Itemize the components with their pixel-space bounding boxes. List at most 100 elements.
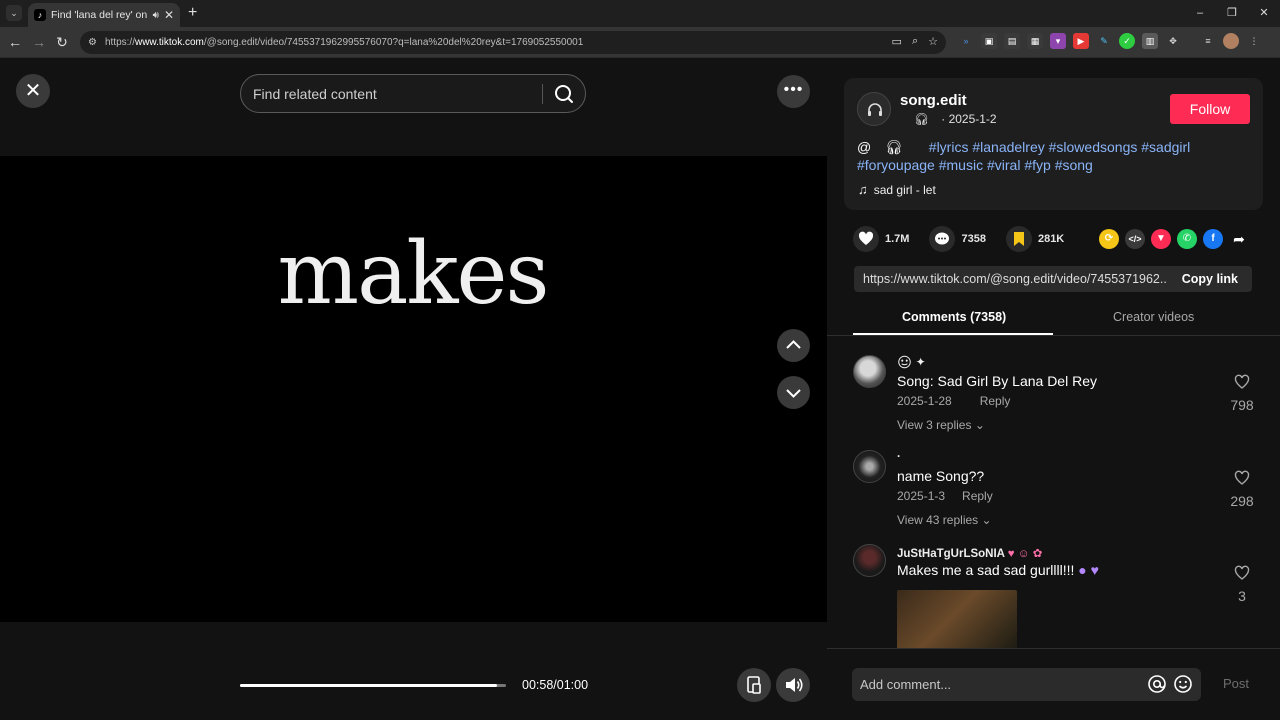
comment-like-count: 298 <box>1230 493 1254 509</box>
music-link[interactable]: ♫ sad girl - let <box>858 182 936 197</box>
embed-icon[interactable]: </> <box>1125 229 1145 249</box>
reply-button[interactable]: Reply <box>980 394 1011 408</box>
commenter-avatar[interactable] <box>853 450 886 483</box>
hashtag-link[interactable]: #slowedsongs <box>1049 139 1138 155</box>
send-icon[interactable]: ▼ <box>1151 229 1171 249</box>
back-arrow-icon[interactable]: ← <box>6 33 24 51</box>
comment-like-button[interactable]: 298 <box>1227 470 1257 509</box>
bookmark-star-icon[interactable]: ☆ <box>928 35 938 48</box>
twitch-icon[interactable]: ✎ <box>1096 33 1112 49</box>
photos-icon[interactable]: ▤ <box>1004 33 1020 49</box>
comment-text: Song: Sad Girl By Lana Del Rey <box>897 373 1097 389</box>
comment-action[interactable]: 7358 <box>929 226 986 252</box>
comment-emoji-name[interactable]: 🙂︎ ✦ <box>897 355 926 369</box>
author-avatar[interactable] <box>857 92 891 126</box>
author-name[interactable]: song.edit <box>900 92 967 109</box>
tab-close-icon[interactable]: ✕ <box>164 8 174 22</box>
comment-attached-image[interactable] <box>897 590 1017 648</box>
comment-count: 7358 <box>961 233 986 245</box>
commenter-name[interactable]: JuStHaTgUrLSoNIA ♥ ☺ ✿ <box>897 546 1042 560</box>
commenter-avatar[interactable] <box>853 544 886 577</box>
share-arrow-icon[interactable]: ➦ <box>1229 229 1249 249</box>
hashtag-link[interactable]: #sadgirl <box>1141 139 1190 155</box>
playlist-icon[interactable]: ≡ <box>1200 33 1216 49</box>
profile-avatar[interactable] <box>1223 33 1239 49</box>
comment-like-count: 798 <box>1230 397 1254 413</box>
reader-icon[interactable]: ▣ <box>981 33 997 49</box>
chevron-up-icon <box>786 340 801 349</box>
puzzle-icon[interactable]: ✥ <box>1165 33 1181 49</box>
volume-button[interactable] <box>776 668 810 702</box>
comment-input[interactable] <box>860 674 1130 694</box>
follow-button[interactable]: Follow <box>1170 94 1250 124</box>
emoji-button[interactable] <box>1172 673 1194 695</box>
at-sign-icon <box>1148 675 1166 693</box>
close-window-button[interactable]: ✕ <box>1248 0 1280 27</box>
minimize-button[interactable]: – <box>1184 0 1216 27</box>
view-replies-button[interactable]: View 3 replies ⌄ <box>897 418 985 432</box>
post-comment-button[interactable]: Post <box>1223 676 1249 691</box>
video-progress-fill <box>240 684 498 687</box>
url-text[interactable]: https://www.tiktok.com/@song.edit/video/… <box>105 37 583 48</box>
save-action[interactable]: 281K <box>1005 226 1064 252</box>
green-circle-icon[interactable]: ✓ <box>1119 33 1135 49</box>
browser-toolbar: ← → ↻ ⚙︎ https://www.tiktok.com/@song.ed… <box>0 27 1280 58</box>
related-search-input[interactable] <box>253 83 533 105</box>
cast-icon[interactable]: ▭ <box>892 35 902 48</box>
share-link-text[interactable]: https://www.tiktok.com/@song.edit/video/… <box>863 272 1168 286</box>
comment-meta: 2025-1-28 Reply <box>897 394 1010 408</box>
whatsapp-icon[interactable]: ✆ <box>1177 229 1197 249</box>
floating-player-button[interactable] <box>737 668 771 702</box>
mention-button[interactable] <box>1146 673 1168 695</box>
reply-button[interactable]: Reply <box>962 489 993 503</box>
commenter-avatar[interactable] <box>853 355 886 388</box>
music-note-icon: ♫ <box>858 182 868 197</box>
next-video-button[interactable] <box>777 376 810 409</box>
zoom-icon[interactable]: ⌕ <box>912 35 918 48</box>
restore-button[interactable]: ❐ <box>1216 0 1248 27</box>
tab-list-button[interactable]: ⌄ <box>6 5 22 21</box>
hashtag-link[interactable]: #lanadelrey <box>972 139 1044 155</box>
new-tab-button[interactable]: + <box>188 4 197 22</box>
previous-video-button[interactable] <box>777 329 810 362</box>
tab-creator-videos[interactable]: Creator videos <box>1113 310 1194 324</box>
forward-arrow-icon[interactable]: → <box>30 33 48 51</box>
hashtag-link[interactable]: #music <box>939 157 983 173</box>
view-replies-button[interactable]: View 43 replies ⌄ <box>897 513 992 527</box>
hashtag-link[interactable]: #lyrics <box>929 139 969 155</box>
hashtag-link[interactable]: #song <box>1055 157 1093 173</box>
site-info-icon[interactable]: ⚙︎ <box>88 37 97 48</box>
bookmark-icon <box>1013 232 1024 246</box>
heart-outline-icon <box>1234 374 1250 389</box>
facebook-icon[interactable]: f <box>1203 229 1223 249</box>
audio-playing-icon[interactable]: 🔊︎ <box>153 10 159 21</box>
close-video-button[interactable]: ✕ <box>16 74 50 108</box>
more-options-button[interactable]: ••• <box>777 75 810 108</box>
hashtag-link[interactable]: #fyp <box>1024 157 1050 173</box>
youtube-icon[interactable]: ▶ <box>1073 33 1089 49</box>
video-progress-bar[interactable] <box>240 684 506 687</box>
chevron-down-icon <box>786 389 801 398</box>
hashtag-link[interactable]: #viral <box>987 157 1020 173</box>
comment-like-button[interactable]: 3 <box>1227 565 1257 604</box>
menu-icon[interactable]: ⋮ <box>1246 33 1262 49</box>
video-details-panel: song.edit 🎧︎ · 2025-1-2 Follow @ 🎧︎ #lyr… <box>827 58 1280 720</box>
search-button[interactable] <box>549 80 579 108</box>
grid-icon[interactable]: ▥ <box>1142 33 1158 49</box>
comment-bubble-icon <box>935 232 950 245</box>
repost-icon[interactable]: ⟳ <box>1099 229 1119 249</box>
briefcase-icon[interactable]: ▦ <box>1027 33 1043 49</box>
like-action[interactable]: 1.7M <box>853 226 909 252</box>
comment-like-button[interactable]: 798 <box>1227 374 1257 413</box>
tab-comments[interactable]: Comments (7358) <box>902 310 1006 324</box>
commenter-name[interactable]: . <box>897 448 900 460</box>
reload-icon[interactable]: ↻ <box>53 33 71 51</box>
headphones-icon <box>868 103 882 116</box>
address-bar[interactable]: ⚙︎ https://www.tiktok.com/@song.edit/vid… <box>80 31 946 54</box>
translate-icon[interactable]: » <box>958 33 974 49</box>
browser-tab-active[interactable]: ♪ Find 'lana del rey' on TikTok 🔊︎ ✕ <box>28 3 180 27</box>
hashtag-link[interactable]: #foryoupage <box>857 157 935 173</box>
copy-link-button[interactable]: Copy link <box>1182 272 1238 286</box>
browser-tab-strip: ⌄ ♪ Find 'lana del rey' on TikTok 🔊︎ ✕ +… <box>0 0 1280 27</box>
bookmark-purple-icon[interactable]: ▾ <box>1050 33 1066 49</box>
